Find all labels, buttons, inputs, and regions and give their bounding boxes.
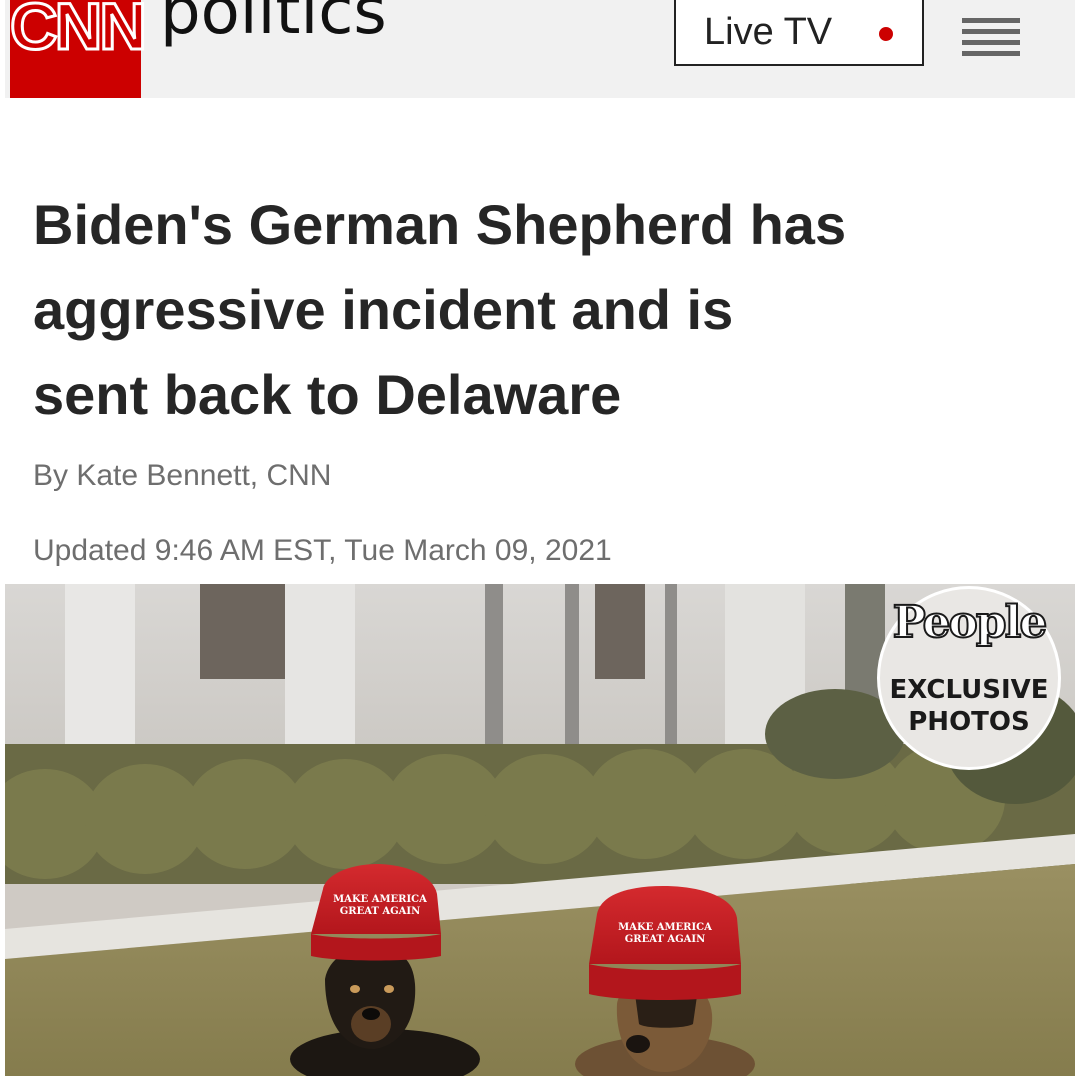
article-byline[interactable]: By Kate Bennett, CNN	[33, 459, 331, 493]
window	[200, 584, 285, 679]
column	[485, 584, 503, 754]
window	[595, 584, 645, 679]
site-header: CNN politics Live TV	[5, 0, 1075, 98]
left-hat-text: MAKE AMERICA GREAT AGAIN	[330, 894, 430, 918]
live-tv-label: Live TV	[704, 11, 833, 53]
menu-bar	[962, 51, 1020, 56]
hamburger-menu-icon[interactable]	[962, 18, 1020, 58]
column	[565, 584, 579, 754]
menu-bar	[962, 18, 1020, 23]
hat-text-line: GREAT AGAIN	[624, 934, 706, 945]
badge-line: EXCLUSIVE	[889, 675, 1049, 705]
headline-line: Biden's German Shepherd has	[33, 193, 847, 256]
headline-line: aggressive incident and is	[33, 278, 734, 341]
column	[665, 584, 677, 754]
badge-line: PHOTOS	[908, 707, 1030, 737]
cnn-logo[interactable]: CNN	[9, 0, 149, 98]
article-photo: MAKE AMERICA GREAT AGAIN MAKE AMERICA GR…	[5, 584, 1075, 1076]
hat-text-line: MAKE AMERICA	[618, 922, 712, 933]
hat-text-line: GREAT AGAIN	[339, 906, 421, 917]
headline-line: sent back to Delaware	[33, 363, 622, 426]
menu-bar	[962, 29, 1020, 34]
hat-text-line: MAKE AMERICA	[333, 894, 427, 905]
right-hat-text: MAKE AMERICA GREAT AGAIN	[605, 922, 725, 946]
section-title[interactable]: politics	[160, 0, 387, 44]
people-logo: People	[892, 596, 1049, 649]
article-headline: Biden's German Shepherd has aggressive i…	[33, 182, 1063, 437]
live-tv-button[interactable]: Live TV	[674, 0, 924, 66]
article-timestamp: Updated 9:46 AM EST, Tue March 09, 2021	[33, 534, 612, 567]
live-indicator-icon	[879, 27, 893, 41]
cnn-logo-text: CNN	[9, 0, 149, 65]
menu-bar	[962, 40, 1020, 45]
people-exclusive-badge: People EXCLUSIVE PHOTOS	[877, 586, 1061, 770]
